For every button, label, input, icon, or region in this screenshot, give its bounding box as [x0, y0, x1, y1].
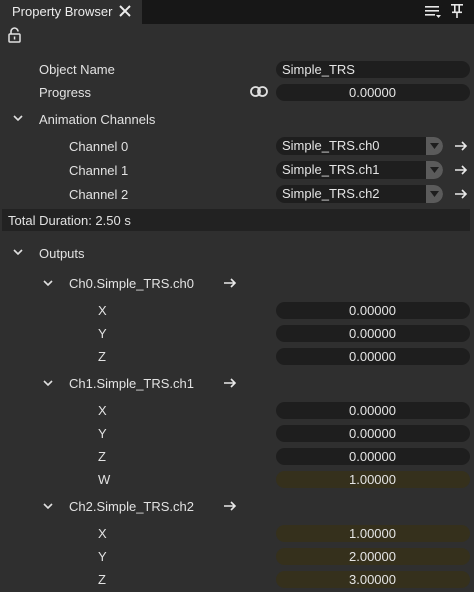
output-value-field-keyed[interactable]: 3.00000 [276, 571, 470, 588]
dropdown-button[interactable] [426, 161, 443, 179]
output-value-field[interactable]: 0.00000 [276, 348, 470, 365]
output-field-label: Z [98, 449, 106, 464]
output-value-field-keyed[interactable]: 1.00000 [276, 525, 470, 542]
total-duration-bar: Total Duration: 2.50 s [2, 209, 470, 231]
channel-1-label: Channel 1 [69, 163, 129, 178]
output-field-label: Z [98, 572, 106, 587]
output-field-label: Y [98, 426, 107, 441]
output-field-label: X [98, 303, 107, 318]
caret-down-icon [430, 191, 439, 197]
output-field-label: X [98, 403, 107, 418]
arrow-right-icon[interactable] [455, 141, 469, 151]
tab-property-browser[interactable]: Property Browser [0, 0, 142, 24]
progress-field[interactable]: 0.00000 [276, 84, 470, 101]
output-value-field-keyed[interactable]: 1.00000 [276, 471, 470, 488]
unlocked-icon[interactable] [8, 27, 21, 43]
close-icon[interactable] [117, 3, 133, 19]
channel-2-select[interactable]: Simple_TRS.ch2 [276, 185, 443, 203]
output-field-label: Y [98, 326, 107, 341]
channel-2-label: Channel 2 [69, 187, 129, 202]
output-value-field[interactable]: 0.00000 [276, 402, 470, 419]
chevron-down-icon[interactable] [13, 249, 23, 256]
channel-0-value: Simple_TRS.ch0 [282, 138, 380, 153]
output-value-field[interactable]: 0.00000 [276, 325, 470, 342]
caret-down-icon [430, 143, 439, 149]
output-group-name[interactable]: Ch1.Simple_TRS.ch1 [69, 376, 194, 391]
output-value-field[interactable]: 0.00000 [276, 425, 470, 442]
arrow-right-icon[interactable] [224, 378, 238, 388]
pin-icon[interactable] [450, 3, 464, 19]
output-value-field[interactable]: 0.00000 [276, 302, 470, 319]
arrow-right-icon[interactable] [455, 189, 469, 199]
chevron-down-icon[interactable] [13, 115, 23, 122]
output-field-label: Y [98, 549, 107, 564]
chevron-down-icon[interactable] [43, 280, 53, 287]
tab-bar: Property Browser [0, 0, 474, 24]
arrow-right-icon[interactable] [455, 165, 469, 175]
channel-1-select[interactable]: Simple_TRS.ch1 [276, 161, 443, 179]
chevron-down-icon[interactable] [43, 503, 53, 510]
chevron-down-icon[interactable] [43, 380, 53, 387]
output-field-label: Z [98, 349, 106, 364]
output-field-label: W [98, 472, 111, 487]
tab-title: Property Browser [12, 4, 113, 19]
dropdown-button[interactable] [426, 137, 443, 155]
output-group-name[interactable]: Ch0.Simple_TRS.ch0 [69, 276, 194, 291]
dropdown-button[interactable] [426, 185, 443, 203]
link-icon[interactable] [250, 86, 268, 97]
channel-1-value: Simple_TRS.ch1 [282, 162, 380, 177]
outputs-header[interactable]: Outputs [39, 246, 85, 261]
output-value-field-keyed[interactable]: 2.00000 [276, 548, 470, 565]
menu-filter-icon[interactable] [424, 4, 442, 20]
channel-0-select[interactable]: Simple_TRS.ch0 [276, 137, 443, 155]
output-field-label: X [98, 526, 107, 541]
total-duration-text: Total Duration: 2.50 s [8, 213, 131, 228]
arrow-right-icon[interactable] [224, 501, 238, 511]
output-value-field[interactable]: 0.00000 [276, 448, 470, 465]
object-name-label: Object Name [39, 62, 115, 77]
animation-channels-header[interactable]: Animation Channels [39, 112, 155, 127]
object-name-field[interactable]: Simple_TRS [276, 61, 470, 78]
arrow-right-icon[interactable] [224, 278, 238, 288]
channel-0-label: Channel 0 [69, 139, 129, 154]
channel-2-value: Simple_TRS.ch2 [282, 186, 380, 201]
progress-label: Progress [39, 85, 92, 100]
caret-down-icon [430, 167, 439, 173]
output-group-name[interactable]: Ch2.Simple_TRS.ch2 [69, 499, 194, 514]
